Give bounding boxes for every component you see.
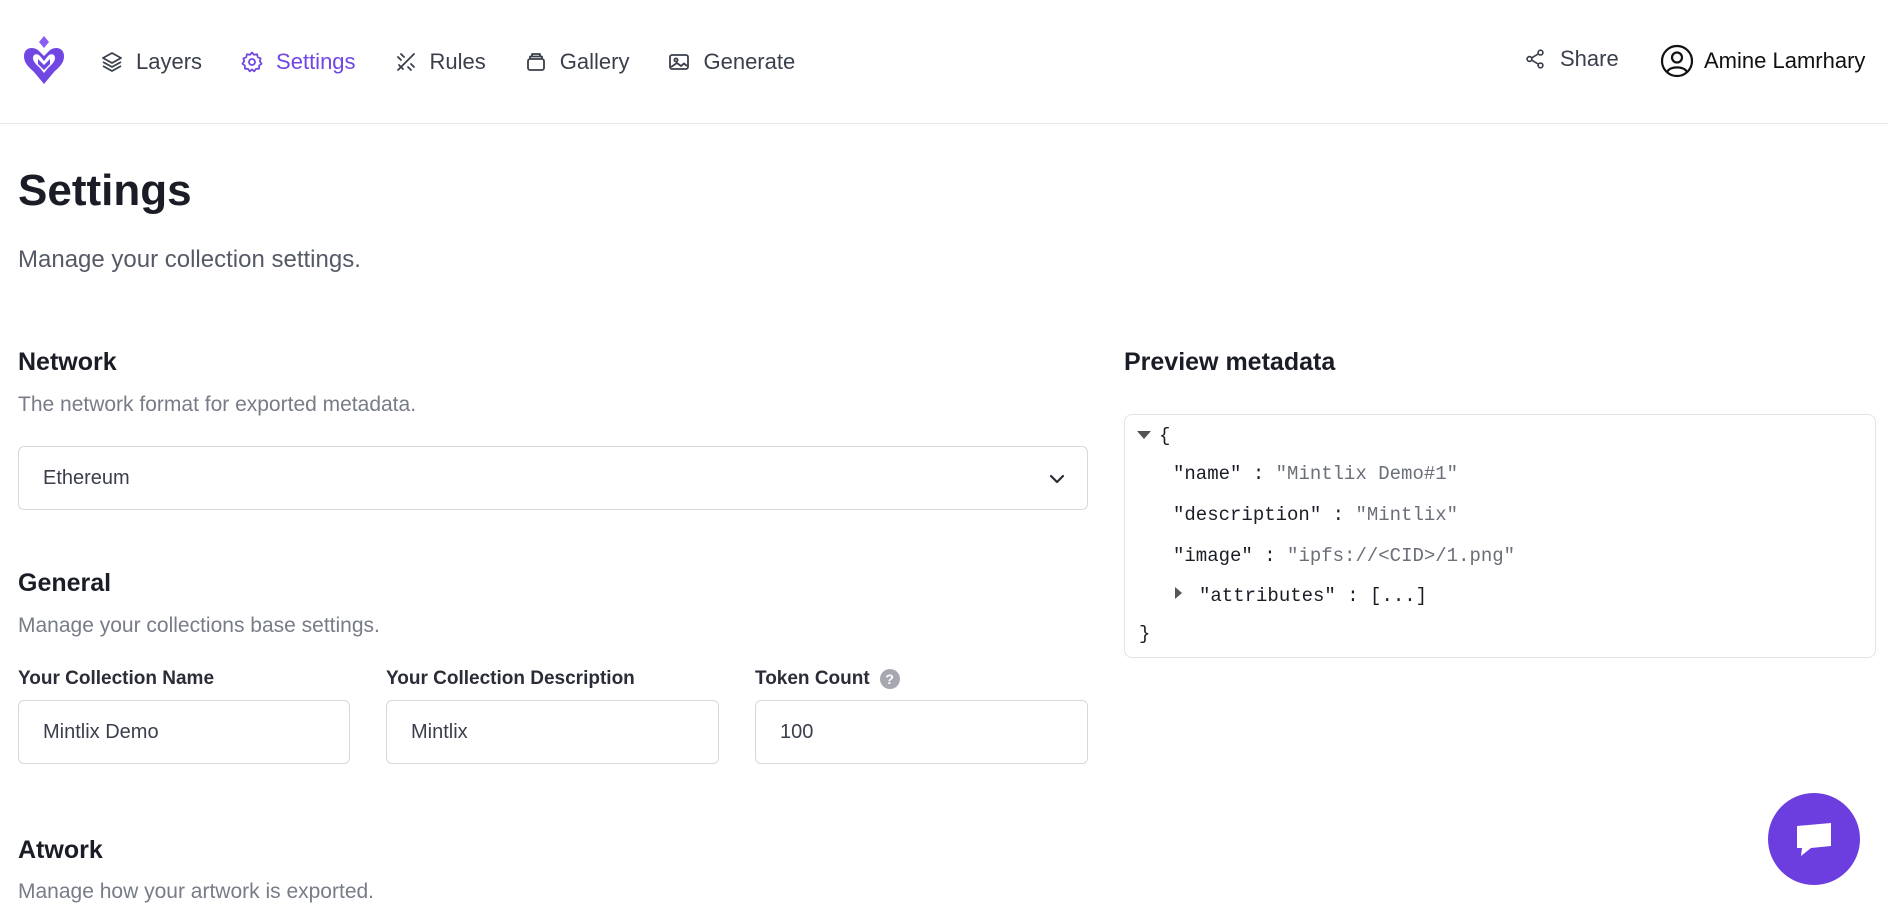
nav-item-generate[interactable]: Generate (667, 49, 795, 75)
share-button[interactable]: Share (1524, 46, 1619, 72)
layers-icon (102, 52, 122, 72)
metadata-json-viewer: { "name" : "Mintlix Demo#1" "description… (1124, 414, 1876, 658)
expand-caret-icon[interactable] (1175, 587, 1182, 599)
artwork-section-title: Atwork (18, 836, 103, 864)
collection-description-label: Your Collection Description (386, 668, 635, 690)
chat-support-button[interactable] (1768, 793, 1860, 885)
json-row-description: "description" : "Mintlix" (1173, 504, 1458, 526)
chat-bubble-icon (1797, 823, 1831, 856)
share-icon (1526, 49, 1544, 69)
token-count-label: Token Count ? (755, 668, 900, 690)
collection-description-label-text: Your Collection Description (386, 668, 635, 689)
nav-label-rules: Rules (429, 49, 486, 74)
json-key-attributes: "attributes" (1199, 585, 1336, 607)
nav-label-settings: Settings (276, 49, 356, 74)
json-value-attributes: [...] (1370, 585, 1428, 607)
collapse-caret-icon[interactable] (1137, 431, 1151, 439)
json-row-attributes[interactable]: "attributes" : [...] (1199, 585, 1427, 607)
json-value-name: "Mintlix Demo#1" (1275, 463, 1459, 485)
page-subtitle: Manage your collection settings. (18, 246, 361, 273)
token-count-input[interactable] (755, 700, 1088, 764)
user-name: Amine Lamrhary (1704, 48, 1866, 73)
user-avatar-icon (1660, 44, 1694, 78)
network-section-description: The network format for exported metadata… (18, 393, 417, 416)
nav-item-settings[interactable]: Settings (240, 49, 356, 75)
mintlix-logo-icon[interactable] (20, 34, 68, 88)
json-row-image: "image" : "ipfs://<CID>/1.png" (1173, 545, 1515, 567)
page-title: Settings (18, 166, 192, 215)
json-value-description: "Mintlix" (1355, 504, 1459, 526)
network-section-title: Network (18, 348, 117, 376)
chevron-down-icon (1049, 474, 1065, 484)
gear-icon (241, 51, 263, 73)
json-separator: : (1264, 545, 1276, 567)
user-menu[interactable]: Amine Lamrhary (1660, 44, 1865, 78)
json-open-brace: { (1159, 425, 1171, 447)
image-icon (669, 54, 690, 70)
token-count-label-text: Token Count (755, 668, 870, 689)
json-key-image: "image" (1173, 545, 1253, 567)
json-key-name: "name" (1173, 463, 1242, 485)
main-nav: Layers Settings Rules Gallery Generate (100, 0, 833, 124)
json-separator: : (1332, 504, 1345, 526)
artwork-section-description: Manage how your artwork is exported. (18, 880, 375, 903)
collection-name-label-text: Your Collection Name (18, 668, 215, 689)
nav-item-gallery[interactable]: Gallery (524, 49, 630, 75)
json-separator: : (1252, 463, 1265, 485)
top-navigation-bar: Layers Settings Rules Gallery Generate S… (0, 0, 1888, 124)
collection-description-input[interactable] (386, 700, 719, 764)
help-icon[interactable]: ? (879, 669, 900, 689)
nav-label-layers: Layers (136, 49, 203, 74)
json-separator: : (1347, 585, 1359, 607)
general-section-title: General (18, 569, 112, 597)
network-select[interactable]: Ethereum (18, 446, 1088, 510)
general-section-description: Manage your collections base settings. (18, 614, 380, 637)
network-selected-value: Ethereum (43, 466, 130, 489)
collection-name-input[interactable] (18, 700, 350, 764)
json-close-brace: } (1139, 623, 1151, 645)
share-label: Share (1560, 46, 1619, 71)
gallery-icon (526, 53, 545, 71)
nav-item-layers[interactable]: Layers (100, 49, 202, 75)
nav-label-generate: Generate (703, 49, 796, 74)
collection-name-label: Your Collection Name (18, 668, 214, 690)
preview-metadata-title: Preview metadata (1124, 348, 1336, 376)
json-row-name: "name" : "Mintlix Demo#1" (1173, 463, 1458, 485)
rules-icon (396, 53, 415, 71)
json-value-image: "ipfs://<CID>/1.png" (1287, 545, 1516, 567)
json-key-description: "description" (1173, 504, 1322, 526)
nav-item-rules[interactable]: Rules (394, 49, 486, 75)
nav-label-gallery: Gallery (559, 49, 630, 74)
